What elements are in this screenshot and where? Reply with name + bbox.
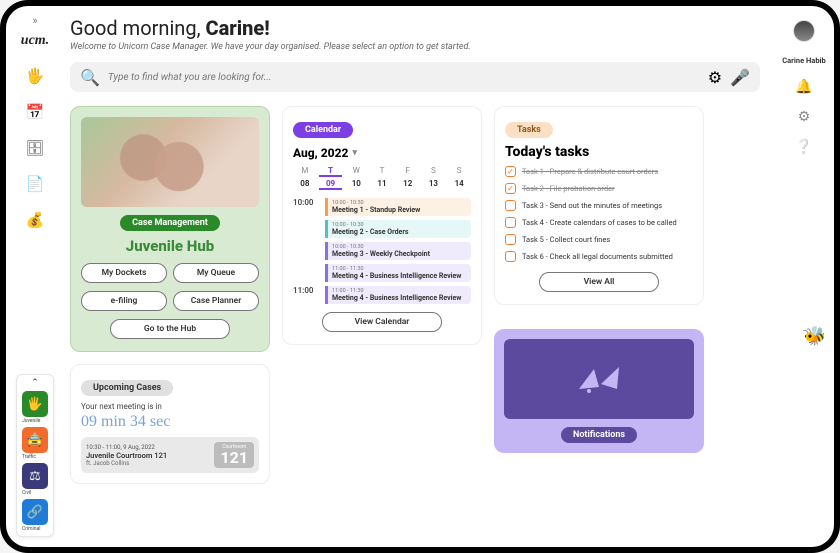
gear-icon[interactable]: ⚙ — [798, 109, 811, 125]
date-cell[interactable]: 14 — [447, 179, 471, 190]
left-sidebar: » ucm. 🖐 📅 🗄 📄 💰 ⌃ 🖐Juvenile🚖Traffic⚖Civ… — [6, 6, 64, 547]
greeting: Good morning, Carine! — [70, 16, 760, 40]
hub-tile-civil[interactable]: ⚖ — [22, 463, 48, 489]
search-input[interactable] — [108, 72, 700, 83]
task-row[interactable]: Task 6 - Check all legal documents submi… — [505, 251, 693, 262]
calendar-icon[interactable]: 📅 — [26, 103, 45, 121]
checkbox-icon[interactable] — [505, 234, 516, 245]
tasks-title: Today's tasks — [505, 144, 693, 160]
calendar-event[interactable]: 11:00 - 11:30Meeting 4 - Business Intell… — [325, 264, 471, 282]
user-name: Carine Habib — [782, 56, 826, 65]
date-cell[interactable]: 08 — [293, 179, 317, 190]
main-content: Good morning, Carine! Welcome to Unicorn… — [64, 6, 774, 547]
date-cell[interactable]: 12 — [396, 179, 420, 190]
checkbox-icon[interactable]: ✓ — [505, 166, 516, 177]
date-cell[interactable]: 10 — [344, 179, 368, 190]
hub-tile-juvenile[interactable]: 🖐 — [22, 391, 48, 417]
day-head: T — [370, 166, 394, 177]
subtitle: Welcome to Unicorn Case Manager. We have… — [70, 42, 760, 52]
case-mgmt-card: Case Management Juvenile Hub My Dockets … — [70, 106, 270, 352]
money-icon[interactable]: 💰 — [26, 211, 45, 229]
doc-icon[interactable]: 📄 — [26, 175, 45, 193]
go-to-hub-button[interactable]: Go to the Hub — [110, 319, 230, 339]
case-badge: Case Management — [120, 215, 220, 231]
archive-icon[interactable]: 🗄 — [25, 139, 44, 157]
case-planner-button[interactable]: Case Planner — [173, 291, 259, 311]
nav-icons: 🖐 📅 🗄 📄 💰 — [25, 67, 44, 229]
filter-icon[interactable]: ⚙ — [708, 68, 722, 87]
my-queue-button[interactable]: My Queue — [173, 263, 259, 283]
logo: ucm. — [21, 33, 49, 49]
countdown-timer: 09 min 34 sec — [81, 413, 259, 431]
day-head: S — [447, 166, 471, 177]
hub-tile-traffic[interactable]: 🚖 — [22, 427, 48, 453]
help-icon[interactable]: ❔ — [795, 139, 812, 155]
time-label: 10:00 — [293, 198, 319, 282]
tasks-card: Tasks Today's tasks ✓Task 1 - Prepare & … — [494, 106, 704, 305]
calendar-event[interactable]: 10:00 - 10:30Meeting 3 - Weekly Checkpoi… — [325, 242, 471, 260]
tasks-badge: Tasks — [505, 122, 553, 138]
task-row[interactable]: ✓Task 2 - File probation order — [505, 183, 693, 194]
task-row[interactable]: Task 4 - Create calendars of cases to be… — [505, 217, 693, 228]
upcoming-cases-card: Upcoming Cases Your next meeting is in 0… — [70, 364, 270, 484]
bell-icon[interactable]: 🔔 — [795, 79, 812, 95]
mic-icon[interactable]: 🎤 — [730, 68, 750, 87]
hand-icon[interactable]: 🖐 — [26, 67, 45, 85]
view-all-tasks-button[interactable]: View All — [539, 272, 659, 292]
date-cell[interactable]: 09 — [319, 179, 343, 190]
checkbox-icon[interactable]: ✓ — [505, 183, 516, 194]
search-bar[interactable]: 🔍 ⚙ 🎤 — [70, 62, 760, 92]
checkbox-icon[interactable] — [505, 251, 516, 262]
calendar-event[interactable]: 11:00 - 11:30Meeting 4 - Business Intell… — [325, 286, 471, 304]
day-head: M — [293, 166, 317, 177]
day-head: S — [422, 166, 446, 177]
hub-switcher: ⌃ 🖐Juvenile🚖Traffic⚖Civil🔗Criminal — [16, 374, 54, 537]
avatar[interactable] — [793, 20, 815, 42]
task-row[interactable]: Task 3 - Send out the minutes of meeting… — [505, 200, 693, 211]
efiling-button[interactable]: e-filing — [81, 291, 167, 311]
calendar-badge: Calendar — [293, 122, 353, 138]
upcoming-badge: Upcoming Cases — [81, 380, 173, 396]
next-case-tile[interactable]: 10:30 - 11:00, 9 Aug, 2022 Juvenile Cour… — [81, 437, 259, 473]
time-label: 11:00 — [293, 286, 319, 304]
hub-switch-up-icon[interactable]: ⌃ — [31, 379, 39, 388]
date-cell[interactable]: 13 — [422, 179, 446, 190]
notifications-card: Notifications — [494, 329, 704, 453]
right-sidebar: Carine Habib 🔔 ⚙ ❔ — [774, 6, 834, 547]
month-selector[interactable]: Aug, 2022▾ — [293, 146, 471, 160]
task-row[interactable]: ✓Task 1 - Prepare & distribute court ord… — [505, 166, 693, 177]
calendar-event[interactable]: 10:00 - 10:30Meeting 1 - Standup Review — [325, 198, 471, 216]
checkbox-icon[interactable] — [505, 217, 516, 228]
next-meeting-label: Your next meeting is in — [81, 402, 259, 411]
day-head: W — [344, 166, 368, 177]
view-calendar-button[interactable]: View Calendar — [322, 312, 442, 332]
calendar-card: Calendar Aug, 2022▾ MTWTFSS 080910111213… — [282, 106, 482, 345]
day-head: F — [396, 166, 420, 177]
task-row[interactable]: Task 5 - Collect court fines — [505, 234, 693, 245]
my-dockets-button[interactable]: My Dockets — [81, 263, 167, 283]
notif-badge[interactable]: Notifications — [561, 427, 637, 443]
calendar-event[interactable]: 10:00 - 10:30Meeting 2 - Case Orders — [325, 220, 471, 238]
case-hero-image — [81, 117, 259, 207]
day-head: T — [319, 166, 343, 177]
notif-illustration — [504, 339, 694, 419]
search-icon: 🔍 — [80, 68, 100, 87]
chevron-down-icon: ▾ — [352, 148, 357, 158]
collapse-icon[interactable]: » — [32, 14, 37, 27]
hub-tile-criminal[interactable]: 🔗 — [22, 499, 48, 525]
date-cell[interactable]: 11 — [370, 179, 394, 190]
hub-title: Juvenile Hub — [126, 237, 214, 255]
checkbox-icon[interactable] — [505, 200, 516, 211]
